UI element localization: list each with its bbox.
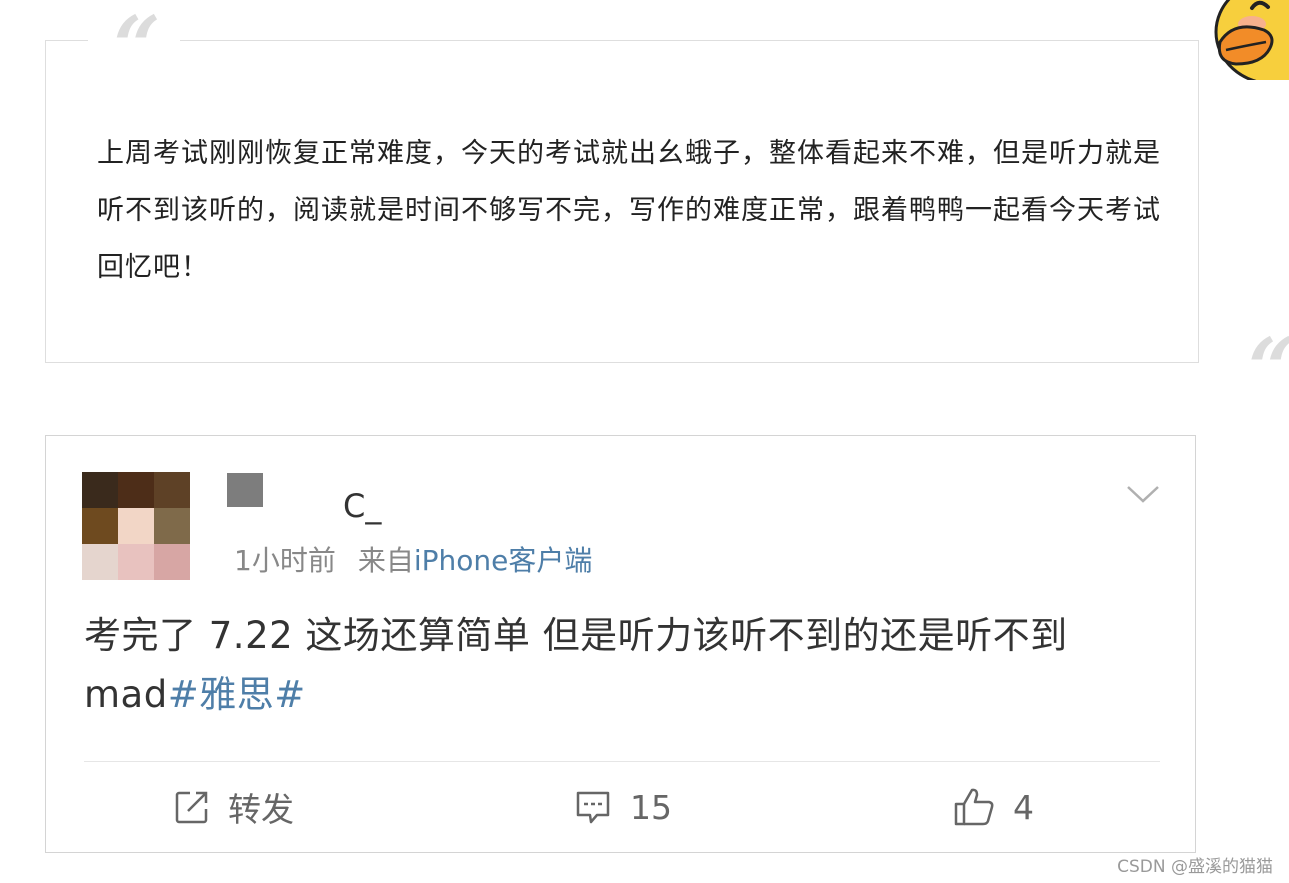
- repost-icon: [175, 791, 208, 824]
- chevron-down-icon[interactable]: [1126, 484, 1160, 504]
- source-device-link[interactable]: iPhone客户端: [414, 544, 593, 577]
- repost-button[interactable]: 转发: [174, 785, 294, 829]
- source-prefix: 来自: [357, 544, 414, 577]
- avatar[interactable]: [82, 472, 190, 580]
- username[interactable]: C_: [343, 486, 381, 526]
- post-time: 1小时前: [234, 544, 336, 577]
- duck-icon: [1214, 0, 1289, 80]
- comment-button[interactable]: 15: [574, 785, 672, 829]
- post-meta: 1小时前 来自iPhone客户端: [234, 543, 592, 579]
- thumbs-up-icon: [954, 788, 994, 826]
- comment-icon: [576, 791, 610, 824]
- like-count: 4: [1013, 787, 1034, 827]
- quote-icon: “: [1248, 330, 1289, 390]
- quote-icon: “: [88, 6, 180, 88]
- watermark: CSDN @盛溪的猫猫: [1117, 857, 1273, 877]
- hashtag-link[interactable]: #雅思#: [168, 673, 306, 716]
- repost-label: 转发: [228, 790, 294, 829]
- intro-quote-box: 上周考试刚刚恢复正常难度，今天的考试就出幺蛾子，整体看起来不难，但是听力就是听不…: [45, 40, 1199, 363]
- post-text: 考完了 7.22 这场还算简单 但是听力该听不到的还是听不到mad#雅思#: [84, 606, 1164, 724]
- post-card[interactable]: C_ 1小时前 来自iPhone客户端 考完了 7.22 这场还算简单 但是听力该…: [45, 435, 1196, 853]
- comment-count: 15: [630, 787, 672, 827]
- divider: [84, 761, 1160, 762]
- like-button[interactable]: 4: [953, 785, 1034, 829]
- username-censor-block: [227, 473, 263, 507]
- intro-text: 上周考试刚刚恢复正常难度，今天的考试就出幺蛾子，整体看起来不难，但是听力就是听不…: [97, 138, 1161, 283]
